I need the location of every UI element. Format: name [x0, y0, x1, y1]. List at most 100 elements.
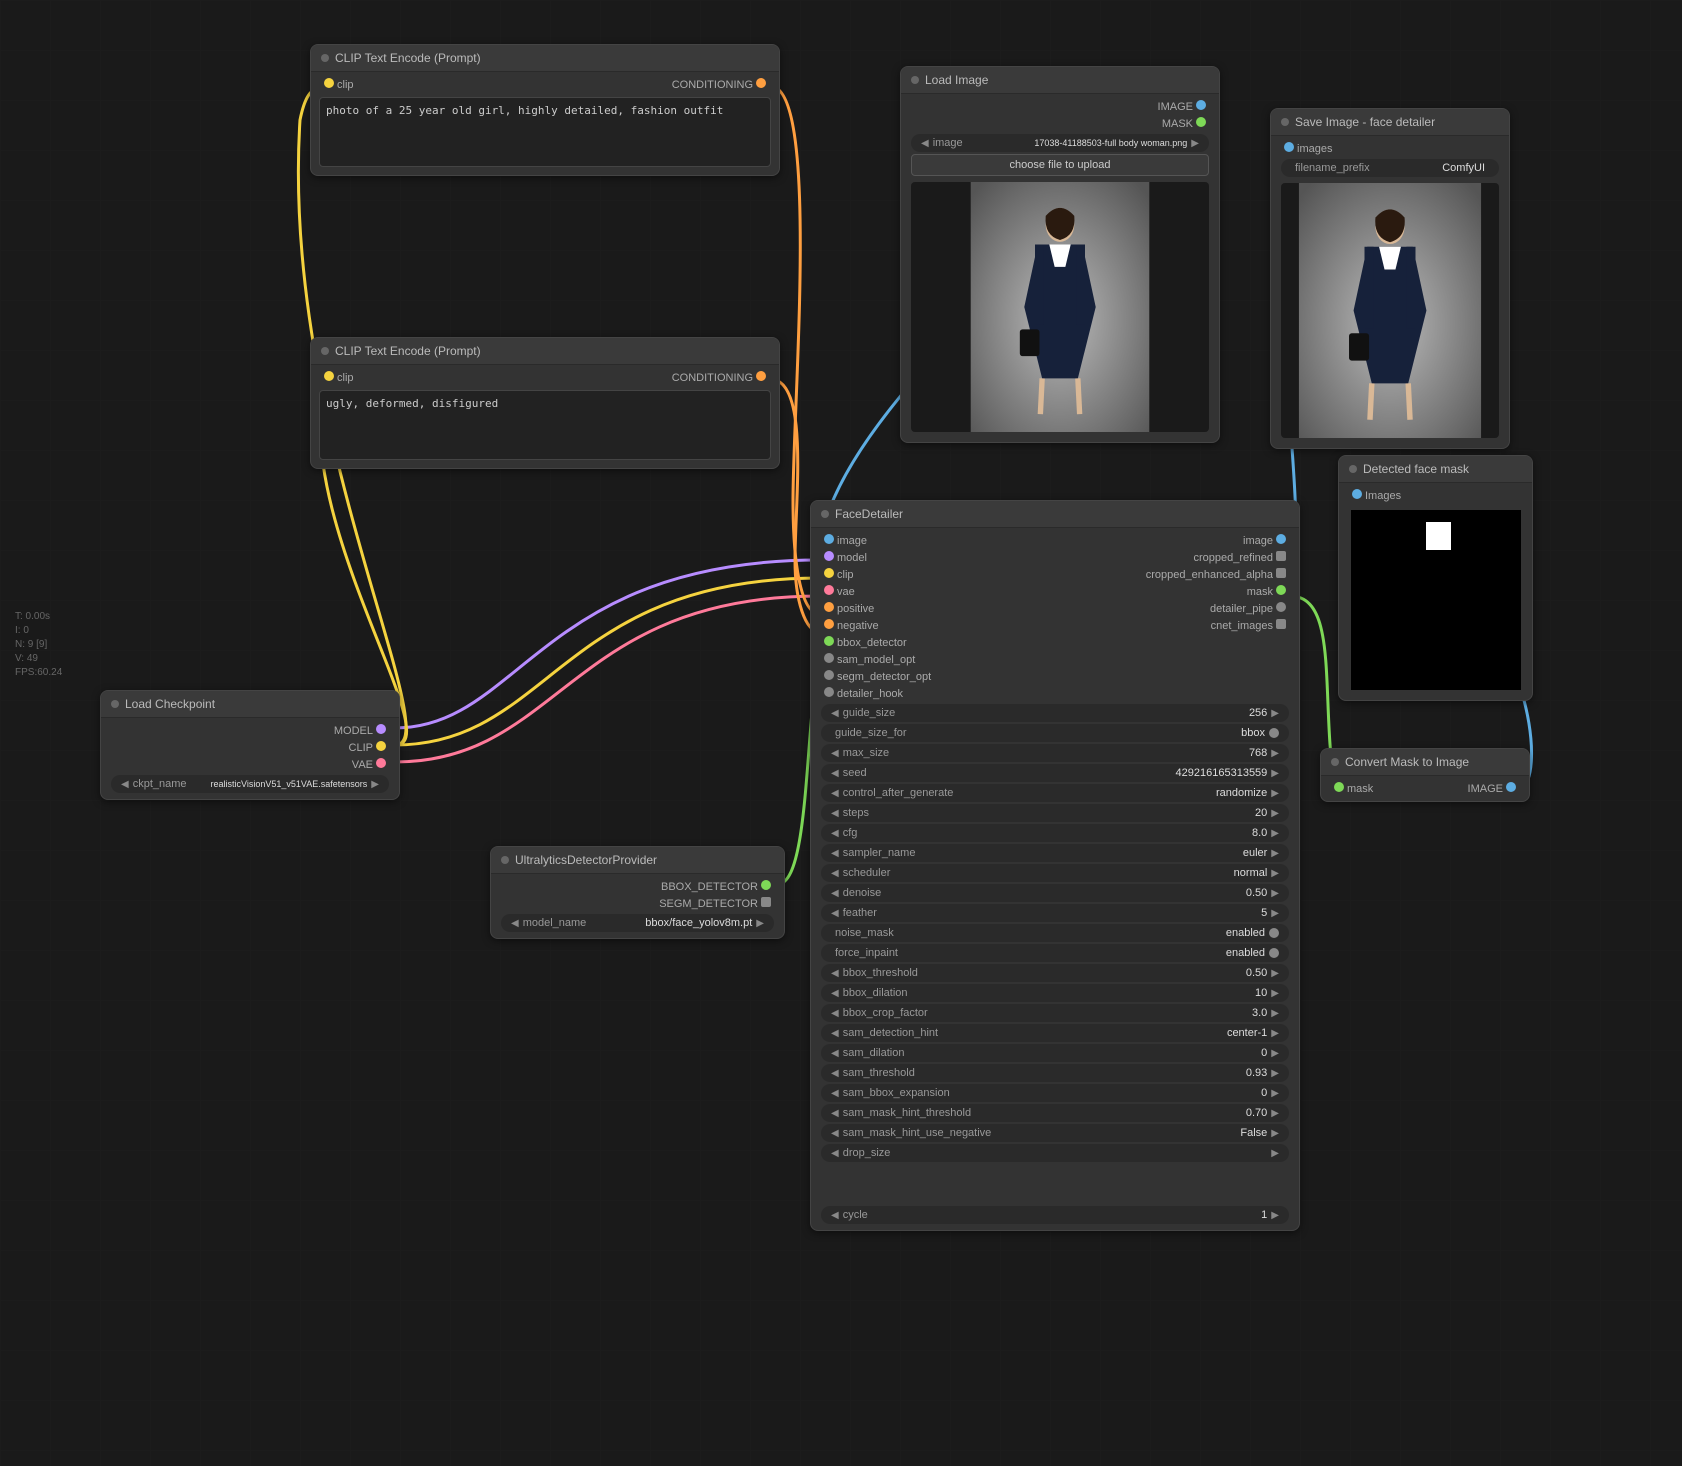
node-canvas[interactable]: T: 0.00s I: 0 N: 9 [9] V: 49 FPS:60.24 C…	[0, 0, 1682, 1466]
input-socket-mask[interactable]	[1334, 782, 1344, 792]
arrow-right-icon[interactable]: ▶	[1271, 768, 1279, 779]
arrow-left-icon[interactable]: ◀	[831, 1008, 839, 1019]
arrow-left-icon[interactable]: ◀	[831, 1028, 839, 1039]
seed-widget[interactable]: ◀seed429216165313559▶	[821, 764, 1289, 782]
node-header[interactable]: UltralyticsDetectorProvider	[491, 847, 784, 874]
output-socket-mask[interactable]	[1196, 117, 1206, 127]
toggle-dot-icon[interactable]	[1269, 728, 1279, 738]
arrow-left-icon[interactable]: ◀	[831, 848, 839, 859]
input-socket-model[interactable]	[824, 551, 834, 561]
input-socket-clip[interactable]	[324, 371, 334, 381]
arrow-left-icon[interactable]: ◀	[511, 918, 519, 929]
collapse-dot-icon[interactable]	[1349, 465, 1357, 473]
node-header[interactable]: FaceDetailer	[811, 501, 1299, 528]
input-socket-positive[interactable]	[824, 602, 834, 612]
input-socket-clip[interactable]	[824, 568, 834, 578]
arrow-right-icon[interactable]: ▶	[1271, 808, 1279, 819]
arrow-left-icon[interactable]: ◀	[831, 888, 839, 899]
node-header[interactable]: Detected face mask	[1339, 456, 1532, 483]
sam-detection-hint-widget[interactable]: ◀sam_detection_hintcenter-1▶	[821, 1024, 1289, 1042]
node-load-checkpoint[interactable]: Load Checkpoint MODEL CLIP VAE ◀ ckpt_na…	[100, 690, 400, 800]
node-header[interactable]: Save Image - face detailer	[1271, 109, 1509, 136]
node-clip-negative[interactable]: CLIP Text Encode (Prompt) clip CONDITION…	[310, 337, 780, 469]
arrow-left-icon[interactable]: ◀	[831, 1128, 839, 1139]
arrow-left-icon[interactable]: ◀	[831, 1108, 839, 1119]
input-socket-clip[interactable]	[324, 78, 334, 88]
arrow-right-icon[interactable]: ▶	[1271, 828, 1279, 839]
upload-button[interactable]: choose file to upload	[911, 154, 1209, 176]
node-header[interactable]: CLIP Text Encode (Prompt)	[311, 338, 779, 365]
sam-threshold-widget[interactable]: ◀sam_threshold0.93▶	[821, 1064, 1289, 1082]
arrow-right-icon[interactable]: ▶	[1271, 1108, 1279, 1119]
node-header[interactable]: CLIP Text Encode (Prompt)	[311, 45, 779, 72]
cfg-widget[interactable]: ◀cfg8.0▶	[821, 824, 1289, 842]
arrow-left-icon[interactable]: ◀	[831, 1088, 839, 1099]
node-load-image[interactable]: Load Image IMAGE MASK ◀ image 17038-4118…	[900, 66, 1220, 443]
output-socket-model[interactable]	[376, 724, 386, 734]
toggle-dot-icon[interactable]	[1269, 948, 1279, 958]
output-socket-cropped-enhanced-alpha[interactable]	[1276, 568, 1286, 578]
arrow-left-icon[interactable]: ◀	[831, 828, 839, 839]
arrow-right-icon[interactable]: ▶	[1271, 708, 1279, 719]
node-header[interactable]: Convert Mask to Image	[1321, 749, 1529, 776]
arrow-right-icon[interactable]: ▶	[1271, 1028, 1279, 1039]
collapse-dot-icon[interactable]	[321, 54, 329, 62]
arrow-left-icon[interactable]: ◀	[831, 908, 839, 919]
input-socket-image[interactable]	[824, 534, 834, 544]
collapse-dot-icon[interactable]	[501, 856, 509, 864]
arrow-right-icon[interactable]: ▶	[1271, 1088, 1279, 1099]
arrow-right-icon[interactable]: ▶	[1271, 748, 1279, 759]
arrow-right-icon[interactable]: ▶	[1271, 868, 1279, 879]
node-convert-mask-to-image[interactable]: Convert Mask to Image mask IMAGE	[1320, 748, 1530, 802]
feather-widget[interactable]: ◀feather5▶	[821, 904, 1289, 922]
prompt-textarea[interactable]: photo of a 25 year old girl, highly deta…	[319, 97, 771, 167]
arrow-right-icon[interactable]: ▶	[1271, 1068, 1279, 1079]
node-header[interactable]: Load Image	[901, 67, 1219, 94]
collapse-dot-icon[interactable]	[321, 347, 329, 355]
node-ultralytics-detector[interactable]: UltralyticsDetectorProvider BBOX_DETECTO…	[490, 846, 785, 939]
collapse-dot-icon[interactable]	[1331, 758, 1339, 766]
collapse-dot-icon[interactable]	[111, 700, 119, 708]
max-size-widget[interactable]: ◀max_size768▶	[821, 744, 1289, 762]
output-socket-mask[interactable]	[1276, 585, 1286, 595]
model-name-widget[interactable]: ◀ model_name bbox/face_yolov8m.pt ▶	[501, 914, 774, 932]
arrow-left-icon[interactable]: ◀	[831, 788, 839, 799]
input-socket-images[interactable]	[1284, 142, 1294, 152]
filename-prefix-widget[interactable]: filename_prefix ComfyUI	[1281, 159, 1499, 177]
output-socket-image[interactable]	[1276, 534, 1286, 544]
input-socket-bbox-detector[interactable]	[824, 636, 834, 646]
arrow-left-icon[interactable]: ◀	[831, 968, 839, 979]
sam-dilation-widget[interactable]: ◀sam_dilation0▶	[821, 1044, 1289, 1062]
noise-mask-widget[interactable]: noise_maskenabled	[821, 924, 1289, 942]
arrow-right-icon[interactable]: ▶	[371, 779, 379, 790]
input-socket-detailer-hook[interactable]	[824, 687, 834, 697]
collapse-dot-icon[interactable]	[1281, 118, 1289, 126]
arrow-left-icon[interactable]: ◀	[831, 988, 839, 999]
sam-bbox-expansion-widget[interactable]: ◀sam_bbox_expansion0▶	[821, 1084, 1289, 1102]
guide-size-for-widget[interactable]: guide_size_forbbox	[821, 724, 1289, 742]
node-detected-face-mask[interactable]: Detected face mask Images	[1338, 455, 1533, 701]
node-clip-positive[interactable]: CLIP Text Encode (Prompt) clip CONDITION…	[310, 44, 780, 176]
input-socket-images[interactable]	[1352, 489, 1362, 499]
arrow-right-icon[interactable]: ▶	[1271, 888, 1279, 899]
steps-widget[interactable]: ◀steps20▶	[821, 804, 1289, 822]
arrow-right-icon[interactable]: ▶	[1191, 138, 1199, 149]
input-socket-segm-detector-opt[interactable]	[824, 670, 834, 680]
output-socket-clip[interactable]	[376, 741, 386, 751]
arrow-right-icon[interactable]: ▶	[1271, 788, 1279, 799]
prompt-textarea[interactable]: ugly, deformed, disfigured	[319, 390, 771, 460]
drop-size-widget[interactable]: ◀drop_size▶	[821, 1144, 1289, 1162]
output-socket-bbox-detector[interactable]	[761, 880, 771, 890]
bbox-threshold-widget[interactable]: ◀bbox_threshold0.50▶	[821, 964, 1289, 982]
ckpt-name-widget[interactable]: ◀ ckpt_name realisticVisionV51_v51VAE.sa…	[111, 775, 389, 793]
scheduler-widget[interactable]: ◀schedulernormal▶	[821, 864, 1289, 882]
arrow-left-icon[interactable]: ◀	[831, 808, 839, 819]
arrow-left-icon[interactable]: ◀	[831, 1148, 839, 1159]
sam-mask-hint-threshold-widget[interactable]: ◀sam_mask_hint_threshold0.70▶	[821, 1104, 1289, 1122]
input-socket-negative[interactable]	[824, 619, 834, 629]
sampler-name-widget[interactable]: ◀sampler_nameeuler▶	[821, 844, 1289, 862]
arrow-left-icon[interactable]: ◀	[831, 748, 839, 759]
node-face-detailer[interactable]: FaceDetailer imageimagemodelcropped_refi…	[810, 500, 1300, 1231]
arrow-right-icon[interactable]: ▶	[1271, 968, 1279, 979]
collapse-dot-icon[interactable]	[911, 76, 919, 84]
